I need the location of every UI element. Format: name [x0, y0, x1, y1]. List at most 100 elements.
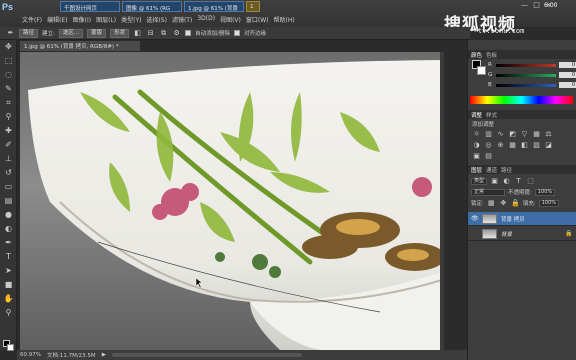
layer-name[interactable]: 背景	[501, 230, 561, 238]
menu-3d[interactable]: 3D(D)	[197, 15, 215, 25]
tab-swatches[interactable]: 色板	[486, 51, 497, 59]
red-slider[interactable]	[496, 63, 556, 67]
brush-icon[interactable]: ✐	[0, 138, 17, 152]
marquee-icon[interactable]: ⬚	[0, 54, 17, 68]
blue-slider[interactable]	[496, 83, 556, 87]
blend-mode-select[interactable]: 正常	[471, 188, 505, 196]
bw-icon[interactable]: ◑	[472, 141, 481, 149]
zoom-level[interactable]: 60.97%	[20, 352, 41, 358]
background-color-swatch[interactable]	[7, 344, 14, 351]
filter-adjust-icon[interactable]: ◐	[502, 177, 511, 186]
menu-file[interactable]: 文件(F)	[22, 15, 42, 25]
brightness-icon[interactable]: ☼	[472, 130, 481, 138]
tab-layers[interactable]: 图层	[471, 166, 482, 174]
tab-channels[interactable]: 通道	[486, 166, 497, 174]
align-edges-checkbox[interactable]	[234, 30, 241, 36]
eyedropper-icon[interactable]: ⚲	[0, 110, 17, 124]
task-tab[interactable]: 图像 @ 61% (RG	[122, 1, 182, 12]
filter-shape-icon[interactable]: ⬚	[526, 177, 535, 186]
curves-icon[interactable]: ∿	[496, 130, 505, 138]
posterize-icon[interactable]: ▨	[532, 141, 541, 149]
green-value[interactable]: 0	[559, 72, 576, 78]
path-ops-icon[interactable]: ◧	[133, 29, 142, 38]
menu-help[interactable]: 帮助(H)	[274, 15, 295, 25]
menu-view[interactable]: 视图(V)	[220, 15, 241, 25]
red-value[interactable]: 0	[559, 62, 576, 68]
lock-position-icon[interactable]: ✥	[499, 199, 508, 208]
eye-icon[interactable]	[471, 230, 478, 237]
menu-select[interactable]: 选择(S)	[146, 15, 167, 25]
eraser-icon[interactable]: ▭	[0, 180, 17, 194]
horizontal-scrollbar[interactable]	[111, 353, 302, 357]
background-color[interactable]	[477, 66, 486, 75]
layer-name[interactable]: 背景 拷贝	[501, 215, 561, 223]
maximize-button[interactable]: □	[532, 1, 541, 9]
menu-layer[interactable]: 图层(L)	[96, 15, 116, 25]
threshold-icon[interactable]: ◪	[544, 141, 553, 149]
path-arrange-icon[interactable]: ⧉	[159, 29, 168, 38]
document-tab[interactable]: 1.jpg @ 61% (背景 拷贝, RGB/8#) *	[20, 41, 140, 51]
status-arrow-icon[interactable]: ▶	[102, 352, 106, 358]
opacity-input[interactable]: 100%	[534, 188, 556, 196]
hand-icon[interactable]: ✋	[0, 292, 17, 306]
menu-edit[interactable]: 编辑(E)	[47, 15, 67, 25]
photo-filter-icon[interactable]: ◎	[484, 141, 493, 149]
levels-icon[interactable]: ▥	[484, 130, 493, 138]
color-spectrum[interactable]	[470, 96, 573, 104]
menu-filter[interactable]: 滤镜(T)	[172, 15, 192, 25]
blue-value[interactable]: 0	[559, 82, 576, 88]
mode-select[interactable]: 路径	[19, 28, 39, 38]
history-brush-icon[interactable]: ↺	[0, 166, 17, 180]
quick-select-icon[interactable]: ✎	[0, 82, 17, 96]
menu-window[interactable]: 窗口(W)	[246, 15, 269, 25]
task-tab[interactable]: 千图设计网页	[60, 1, 120, 12]
tab-color[interactable]: 颜色	[471, 51, 482, 59]
gradient-map-icon[interactable]: ▤	[484, 152, 493, 160]
gradient-icon[interactable]: ▤	[0, 194, 17, 208]
lasso-icon[interactable]: ◌	[0, 68, 17, 82]
gear-icon[interactable]: ⚙	[172, 29, 181, 38]
menu-type[interactable]: 类型(Y)	[121, 15, 141, 25]
mask-button[interactable]: 蒙版	[87, 28, 107, 38]
clone-stamp-icon[interactable]: ⊥	[0, 152, 17, 166]
vibrance-icon[interactable]: ▽	[520, 130, 529, 138]
green-slider[interactable]	[496, 73, 556, 77]
hue-icon[interactable]: ▦	[532, 130, 541, 138]
crop-icon[interactable]: ⌗	[0, 96, 17, 110]
vertical-scrollbar[interactable]	[440, 52, 444, 350]
shape-icon[interactable]: ■	[0, 278, 17, 292]
layer-kind-select[interactable]: 类型	[471, 177, 488, 185]
balance-icon[interactable]: ⚖	[544, 130, 553, 138]
task-tab[interactable]: 1	[246, 1, 260, 12]
minimize-button[interactable]: —	[520, 1, 529, 9]
menu-image[interactable]: 图像(I)	[73, 15, 91, 25]
path-align-icon[interactable]: ⊟	[146, 29, 155, 38]
lock-pixels-icon[interactable]: ▦	[487, 199, 496, 208]
fill-input[interactable]: 100%	[538, 199, 560, 207]
selective-color-icon[interactable]: ▣	[472, 152, 481, 160]
blur-icon[interactable]: ●	[0, 208, 17, 222]
invert-icon[interactable]: ◧	[520, 141, 529, 149]
type-icon[interactable]: T	[0, 250, 17, 264]
pen-icon[interactable]: ✒	[6, 29, 15, 38]
exposure-icon[interactable]: ◩	[508, 130, 517, 138]
tab-paths[interactable]: 路径	[501, 166, 512, 174]
eye-icon[interactable]: 👁	[471, 215, 479, 222]
pen-icon[interactable]: ✒	[0, 236, 17, 250]
tab-adjustments[interactable]: 调整	[471, 111, 482, 119]
healing-icon[interactable]: ✚	[0, 124, 17, 138]
dodge-icon[interactable]: ◐	[0, 222, 17, 236]
shape-button[interactable]: 形状	[110, 28, 130, 38]
make-selection-button[interactable]: 选区...	[58, 28, 84, 38]
lock-all-icon[interactable]: 🔒	[511, 199, 520, 208]
filter-pixel-icon[interactable]: ▣	[490, 177, 499, 186]
layer-row[interactable]: 背景 🔒	[468, 227, 576, 241]
mixer-icon[interactable]: ⊕	[496, 141, 505, 149]
document-info[interactable]: 文档:11.7M/23.5M	[47, 351, 96, 359]
path-select-icon[interactable]: ➤	[0, 264, 17, 278]
auto-add-delete-checkbox[interactable]	[185, 30, 192, 36]
lookup-icon[interactable]: ▦	[508, 141, 517, 149]
zoom-icon[interactable]: ⚲	[0, 306, 17, 320]
move-icon[interactable]: ✥	[0, 40, 17, 54]
task-tab[interactable]: 1.jpg @ 61% (背景	[184, 1, 244, 12]
